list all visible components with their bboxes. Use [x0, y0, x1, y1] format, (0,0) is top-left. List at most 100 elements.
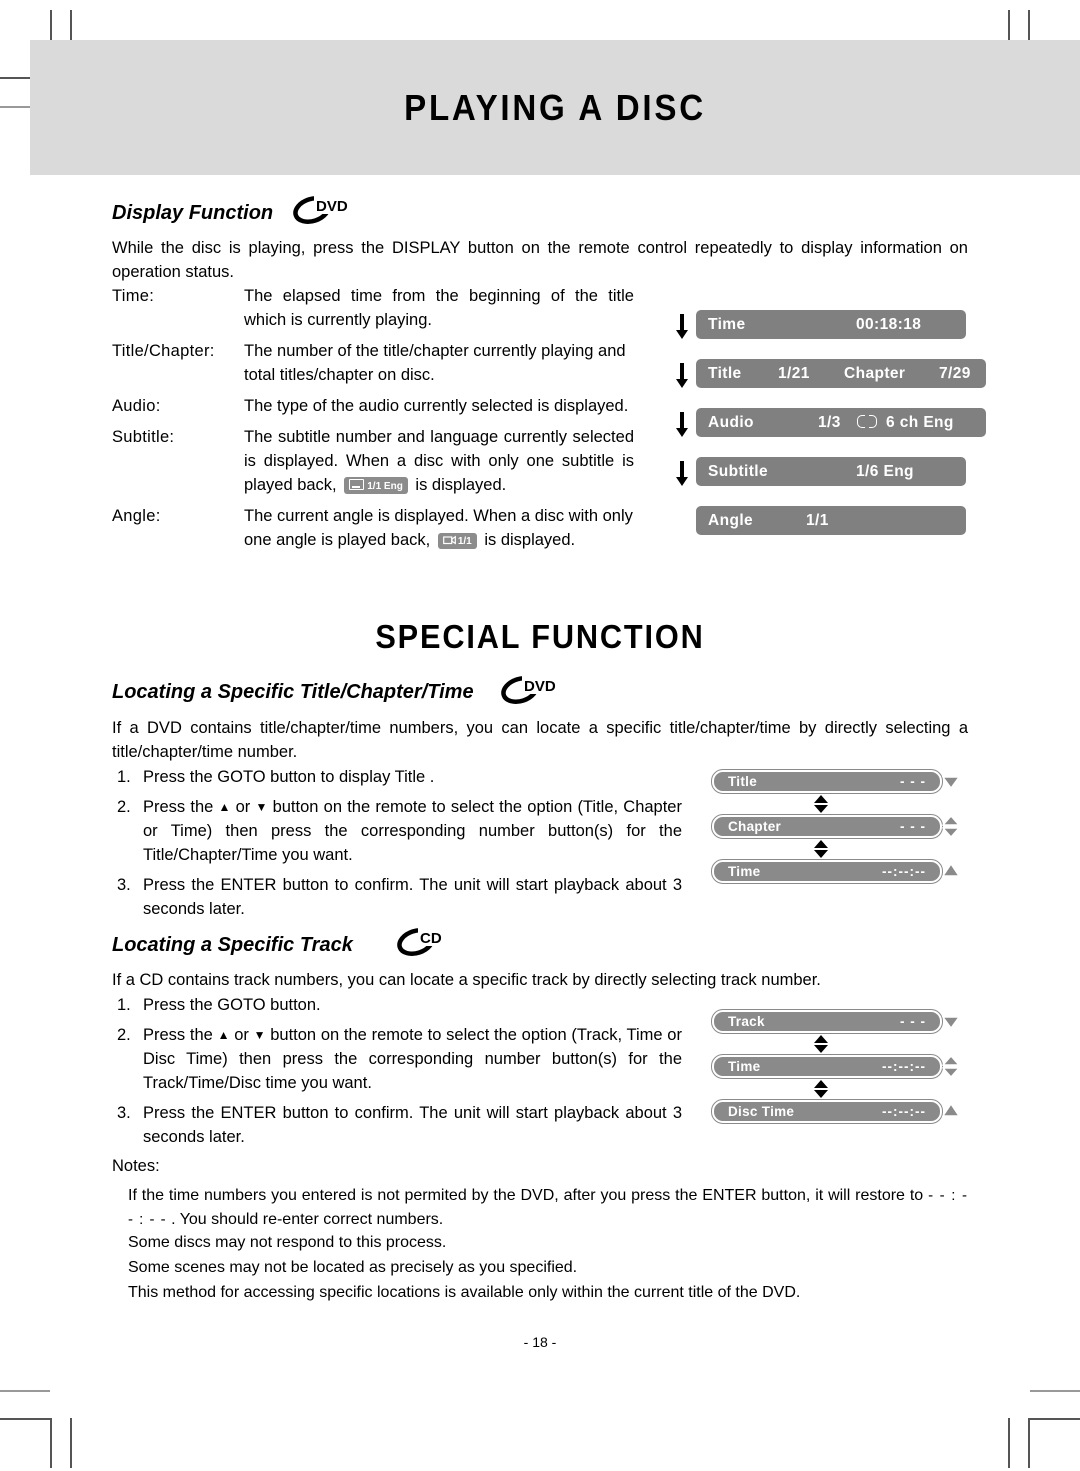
up-down-arrows-icon — [812, 1079, 830, 1099]
goto-bar-label: Title — [728, 774, 758, 789]
locating-title-steps: 1. Press the GOTO button to display Titl… — [117, 765, 682, 927]
svg-text:DVD: DVD — [316, 198, 348, 215]
locating-track-heading: Locating a Specific Track — [112, 934, 353, 956]
special-function-heading: SPECIAL FUNCTION — [375, 618, 705, 655]
crop-mark-bl-h — [0, 1418, 52, 1420]
goto-bar-title[interactable]: Title - - - — [711, 769, 943, 794]
up-down-arrows-icon — [812, 1034, 830, 1054]
osd-bar-value-2: 6 ch Eng — [886, 413, 954, 431]
dolby-digital-icon — [854, 414, 880, 432]
page-title: PLAYING A DISC — [404, 87, 706, 128]
step-text: Press the ENTER button to confirm. The u… — [143, 1104, 682, 1146]
osd-bar-value: 1/1 — [806, 511, 829, 529]
locating-title-chapter-time-heading: Locating a Specific Title/Chapter/Time — [112, 681, 474, 703]
step-item: 2. Press the ▲ or ▼ button on the remote… — [117, 795, 682, 867]
chevron-up-down-icon[interactable] — [940, 1054, 962, 1079]
dvd-disc-icon: DVD — [500, 672, 560, 708]
chevron-down-icon[interactable] — [940, 1010, 962, 1033]
goto-bar-value: --:--:-- — [882, 1104, 926, 1119]
goto-bar-label: Disc Time — [728, 1104, 795, 1119]
crop-mark-br-h2 — [1030, 1390, 1080, 1392]
definition-row: Time: The elapsed time from the beginnin… — [112, 284, 634, 332]
cd-disc-icon: CD — [396, 924, 456, 960]
step-number: 3. — [117, 876, 131, 894]
page-number: - 18 - — [523, 1334, 557, 1350]
goto-bar-value: - - - — [900, 1014, 926, 1029]
goto-bar-chapter[interactable]: Chapter - - - — [711, 814, 943, 839]
crop-mark-bl-v — [50, 1418, 52, 1468]
step-item: 1. Press the GOTO button to display Titl… — [117, 765, 682, 789]
note-item: Some discs may not respond to this proce… — [128, 1234, 447, 1251]
subtitle-icon — [349, 479, 365, 491]
step-text: Press the GOTO button. — [143, 996, 321, 1014]
definition-term: Time: — [112, 287, 155, 305]
step-text-a: Press the — [143, 798, 219, 816]
goto-bar-value: - - - — [900, 774, 926, 789]
definition-term: Audio: — [112, 397, 161, 415]
definition-row: Audio: The type of the audio currently s… — [112, 394, 634, 418]
display-function-definition-list: Time: The elapsed time from the beginnin… — [112, 284, 634, 559]
osd-bar: Audio 1/3 6 ch Eng — [696, 408, 986, 437]
down-arrow-icon: ▼ — [253, 1028, 266, 1042]
up-arrow-icon: ▲ — [217, 1028, 230, 1042]
osd-bar-label: Angle — [708, 511, 754, 529]
step-text: Press the GOTO button to display Title . — [143, 768, 435, 786]
definition-term: Angle: — [112, 507, 161, 525]
goto-bar-label: Time — [728, 1059, 761, 1074]
definition-term: Subtitle: — [112, 428, 175, 446]
goto-bar-label: Time — [728, 864, 761, 879]
locating-title-intro: If a DVD contains title/chapter/time num… — [112, 719, 968, 761]
camera-icon — [442, 535, 456, 545]
chevron-up-down-icon[interactable] — [940, 814, 962, 839]
step-text-b: or — [230, 798, 256, 816]
step-text-b: or — [229, 1026, 254, 1044]
step-text: Press the ▲ or ▼ button on the remote to… — [143, 795, 682, 867]
osd-bar-value: 1/3 — [818, 413, 841, 431]
chevron-up-icon[interactable] — [940, 1100, 962, 1123]
crop-mark-bl-v2 — [70, 1418, 72, 1468]
locating-track-steps: 1. Press the GOTO button. 2. Press the ▲… — [117, 993, 682, 1155]
osd-bar: Subtitle 1/6 Eng — [696, 457, 966, 486]
display-function-heading: Display Function — [112, 202, 274, 224]
step-item: 3. Press the ENTER button to confirm. Th… — [117, 1101, 682, 1149]
down-arrow-icon — [672, 412, 692, 438]
osd-bar-label: Audio — [708, 413, 754, 431]
crop-mark-br-v — [1028, 1418, 1030, 1468]
step-item: 2. Press the ▲ or ▼ button on the remote… — [117, 1023, 682, 1095]
goto-bar-value: --:--:-- — [882, 864, 926, 879]
goto-bar-label: Track — [728, 1014, 765, 1029]
chevron-up-icon[interactable] — [940, 860, 962, 883]
goto-bar-disc-time[interactable]: Disc Time --:--:-- — [711, 1099, 943, 1124]
page-header-band: PLAYING A DISC — [30, 40, 1080, 175]
crop-mark-br-h — [1028, 1418, 1080, 1420]
step-number: 2. — [117, 798, 131, 816]
up-down-arrows-icon — [812, 839, 830, 859]
osd-bar: Time 00:18:18 — [696, 310, 966, 339]
chevron-down-icon[interactable] — [940, 770, 962, 793]
osd-bar-value-2: 7/29 — [939, 364, 971, 382]
step-text: Press the ▲ or ▼ button on the remote to… — [143, 1023, 682, 1095]
crop-mark-bl-h2 — [0, 1390, 50, 1392]
step-text-a: Press the — [143, 1026, 218, 1044]
goto-bar-track[interactable]: Track - - - — [711, 1009, 943, 1034]
down-arrow-icon — [672, 363, 692, 389]
note-text-b: . You should re-enter correct numbers. — [166, 1211, 444, 1228]
svg-text:DVD: DVD — [524, 678, 556, 695]
definition-desc: The current angle is displayed. When a d… — [244, 504, 634, 552]
step-item: 3. Press the ENTER button to confirm. Th… — [117, 873, 682, 921]
osd-bar-label: Subtitle — [708, 462, 769, 480]
definition-desc-after: is displayed. — [415, 476, 507, 494]
osd-bar-label-2: Chapter — [844, 364, 906, 382]
goto-bar-value: --:--:-- — [882, 1059, 926, 1074]
definition-term: Title/Chapter: — [112, 342, 215, 360]
notes-label: Notes: — [112, 1157, 160, 1175]
goto-bar-time[interactable]: Time --:--:-- — [711, 859, 943, 884]
locating-track-intro: If a CD contains track numbers, you can … — [112, 971, 821, 989]
note-item: Some scenes may not be located as precis… — [128, 1259, 578, 1276]
angle-badge-label: 1/1 — [457, 535, 472, 547]
goto-bar-time[interactable]: Time --:--:-- — [711, 1054, 943, 1079]
angle-badge: 1/1 — [437, 532, 477, 549]
note-item: This method for accessing specific locat… — [128, 1284, 801, 1301]
up-arrow-icon: ▲ — [218, 800, 231, 814]
definition-desc: The elapsed time from the beginning of t… — [244, 287, 634, 329]
